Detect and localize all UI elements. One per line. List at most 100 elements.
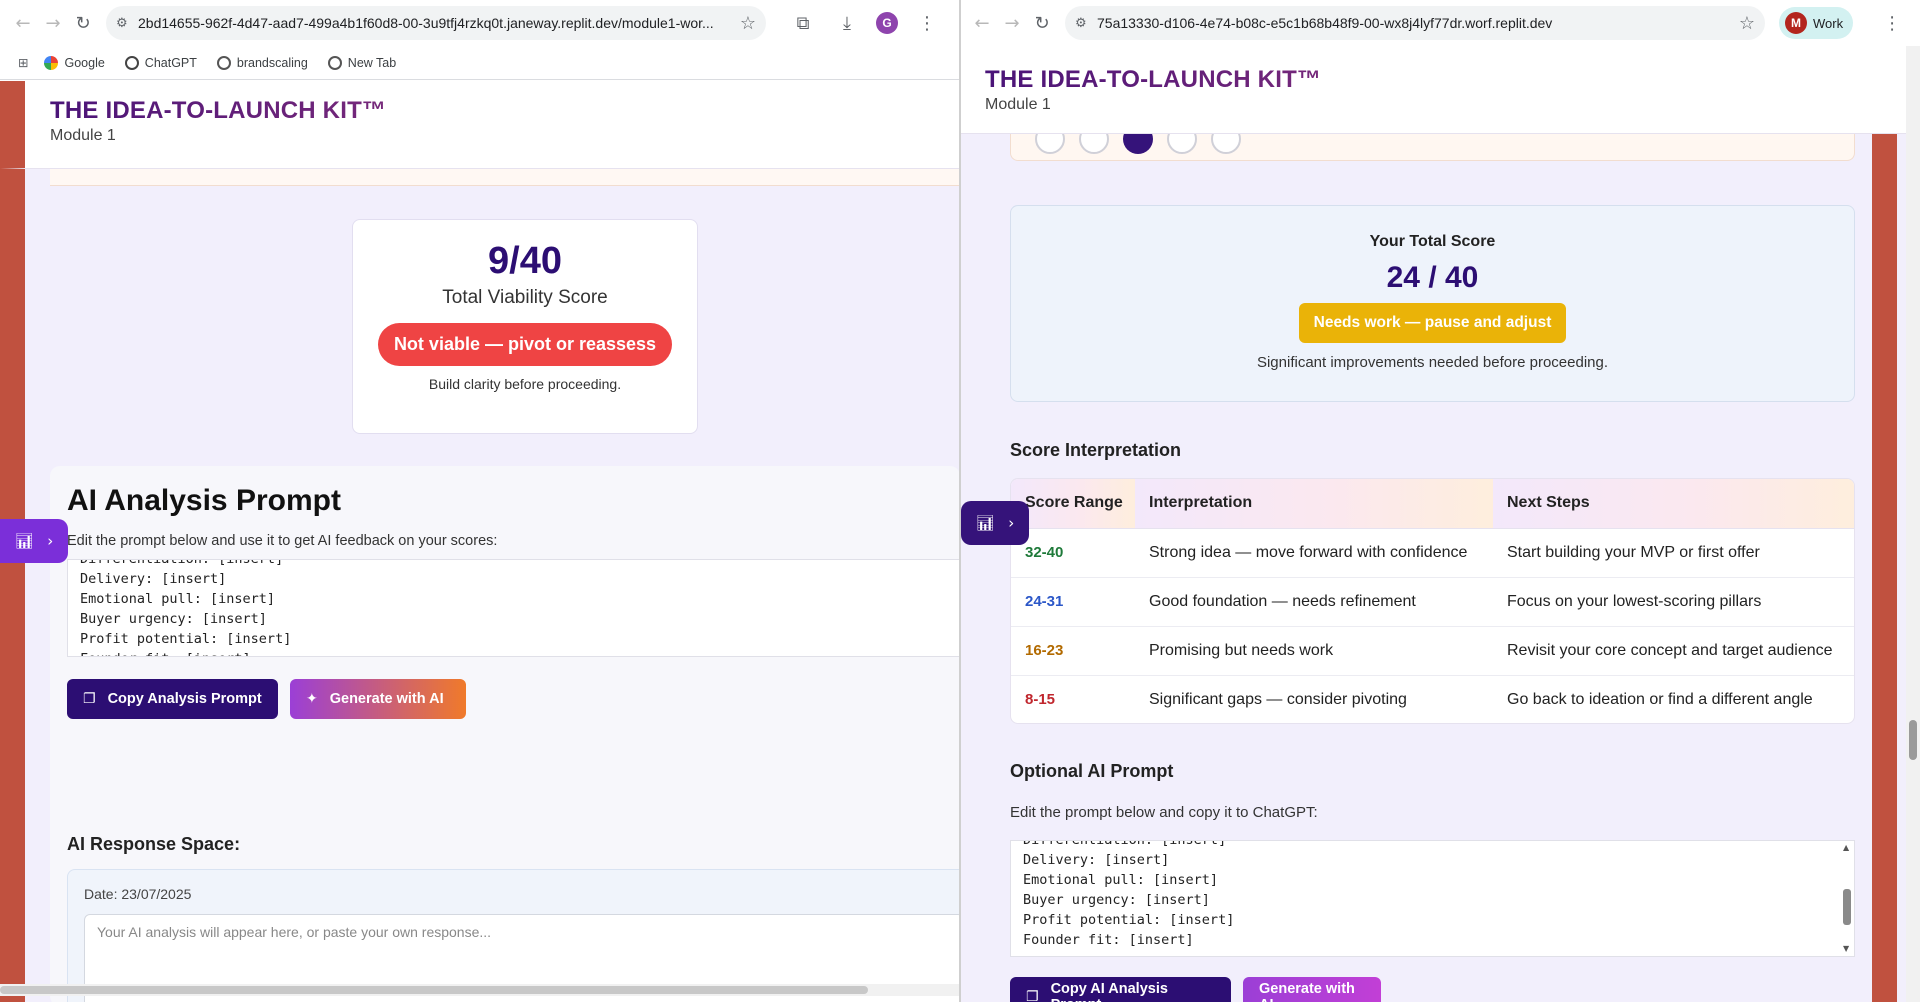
brand-title: THE IDEA-TO-LAUNCH KIT™ [985,66,1920,94]
back-icon[interactable]: ← [967,8,997,38]
textarea-scrollbar[interactable]: ▲ ▼ [1842,841,1852,956]
apps-grid-icon[interactable]: ⊞ [18,55,28,70]
table-row: 8-15 Significant gaps — consider pivoting… [1011,675,1854,723]
score-range-cell: 32-40 [1011,528,1135,578]
globe-icon [327,55,342,70]
analysis-prompt-textarea[interactable]: Differentiation: [insert] Delivery: [ins… [67,559,959,657]
prompt-line: Emotional pull: [insert] [1023,872,1219,888]
prompt-line: Delivery: [insert] [80,571,227,587]
app-header: THE IDEA-TO-LAUNCH KIT™ Module 1 [961,46,1920,134]
score-range-cell: 8-15 [1025,691,1056,709]
analytics-side-tab[interactable]: 📊︎ › [0,519,68,563]
bookmark-star-icon[interactable]: ☆ [1739,13,1755,34]
google-icon [44,55,59,70]
prompt-line: Buyer urgency: [insert] [80,611,267,627]
next-steps-cell: Revisit your core concept and target aud… [1493,626,1854,676]
interpretation-cell: Strong idea — move forward with confiden… [1135,528,1493,578]
scroll-down-icon[interactable]: ▼ [1843,944,1849,953]
page-scrollbar[interactable] [1906,46,1920,1002]
sparkle-icon: ✦ [306,691,318,707]
scroll-thumb[interactable] [1843,889,1851,925]
profile-chip[interactable]: M Work [1779,7,1854,39]
chevron-right-icon: › [1008,514,1015,532]
bookmark-chatgpt[interactable]: ChatGPT [124,55,197,70]
analytics-side-tab[interactable]: 📊︎ › [961,501,1029,545]
score-note: Build clarity before proceeding. [428,376,622,392]
bookmark-google[interactable]: Google [44,55,105,70]
scroll-up-icon[interactable]: ▲ [1843,843,1849,852]
bar-chart-icon: 📊︎ [14,532,34,550]
copy-icon: ❐ [1026,989,1039,1002]
globe-icon [216,55,231,70]
copy-ai-analysis-prompt-button[interactable]: ❐ Copy AI Analysis Prompt [1010,977,1231,1002]
header-next-steps: Next Steps [1493,479,1854,529]
prompt-line: Profit potential: [insert] [1023,912,1235,928]
interpretation-table: Score Range Interpretation Next Steps 32… [1010,478,1855,724]
address-bar[interactable]: ⚙ 75a13330-d106-4e74-b08c-e5c1b68b48f9-0… [1065,6,1765,40]
scroll-thumb[interactable] [0,986,868,994]
menu-dots-icon[interactable]: ⋮ [1877,8,1907,38]
optional-prompt-subtitle: Edit the prompt below and copy it to Cha… [1010,804,1318,821]
module-label: Module 1 [50,127,116,144]
url-text: 75a13330-d106-4e74-b08c-e5c1b68b48f9-00-… [1097,15,1553,31]
button-label: Generate with AI [1259,981,1355,1002]
browser-toolbar: ← → ↻ ⚙ 75a13330-d106-4e74-b08c-e5c1b68b… [961,0,1920,46]
menu-dots-icon[interactable]: ⋮ [912,8,942,38]
prompt-line: Differentiation: [insert] [1023,840,1227,848]
copy-icon: ❐ [83,691,96,707]
scroll-thumb[interactable] [1909,720,1917,760]
score-label: Total Viability Score [442,287,608,308]
analysis-title: AI Analysis Prompt [67,484,341,517]
back-icon[interactable]: ← [8,8,38,38]
site-info-icon[interactable]: ⚙ [1075,16,1097,31]
profile-avatar[interactable]: G [876,12,898,34]
next-steps-cell: Go back to ideation or find a different … [1507,690,1813,708]
page-content: THE IDEA-TO-LAUNCH KIT™ Module 1 9/40 To… [0,81,959,1002]
prompt-line: Delivery: [insert] [1023,852,1170,868]
reload-icon[interactable]: ↻ [68,8,98,38]
copy-analysis-prompt-button[interactable]: ❐ Copy Analysis Prompt [67,679,278,719]
total-score-label: Your Total Score [1369,233,1496,250]
prompt-line: Profit potential: [insert] [80,631,292,647]
response-title: AI Response Space: [67,834,241,854]
score-range-cell: 16-23 [1011,626,1135,676]
total-score-value: 24 / 40 [1386,261,1479,294]
response-date: Date: 23/07/2025 [84,886,192,902]
address-bar[interactable]: ⚙ 2bd14655-962f-4d47-aad7-499a4b1f60d8-0… [106,6,766,40]
prompt-line: Differentiation: [insert] [80,559,284,567]
button-label: Copy Analysis Prompt [107,691,262,707]
status-badge: Needs work — pause and adjust [1298,303,1567,343]
reload-icon[interactable]: ↻ [1027,8,1057,38]
next-steps-cell: Focus on your lowest-scoring pillars [1493,577,1854,627]
response-card: Date: 23/07/2025 Your AI analysis will a… [67,869,959,1002]
header-score-range: Score Range [1011,479,1135,529]
extensions-icon[interactable]: ⧉ [788,8,818,38]
bookmark-label: Google [64,55,105,70]
browser-window-left: ← → ↻ ⚙ 2bd14655-962f-4d47-aad7-499a4b1f… [0,0,959,1002]
horizontal-scrollbar[interactable] [0,984,959,996]
forward-icon[interactable]: → [38,8,68,38]
analysis-section: AI Analysis Prompt Edit the prompt below… [50,466,959,1002]
interpretation-cell: Significant gaps — consider pivoting [1149,690,1407,708]
optional-prompt-textarea[interactable]: Differentiation: [insert] Delivery: [ins… [1010,840,1855,957]
generate-with-ai-button[interactable]: Generate with AI [1243,977,1381,1002]
bookmark-label: New Tab [347,55,397,70]
header-interpretation: Interpretation [1135,479,1493,529]
prompt-line: Founder fit: [insert] [1023,932,1194,948]
chatgpt-icon [124,55,139,70]
button-label: Generate with AI [329,691,444,707]
table-row: 24-31 Good foundation — needs refinement F… [1011,577,1854,627]
bookmark-star-icon[interactable]: ☆ [740,13,756,34]
interpretation-cell: Promising but needs work [1135,626,1493,676]
download-icon[interactable]: ⤓ [832,8,862,38]
score-card: 9/40 Total Viability Score Not viable — … [352,219,698,434]
bookmark-brandscaling[interactable]: brandscaling [216,55,308,70]
interpretation-cell: Good foundation — needs refinement [1135,577,1493,627]
optional-prompt-title: Optional AI Prompt [1010,761,1174,781]
side-rail [1872,46,1897,1002]
bookmark-new-tab[interactable]: New Tab [327,55,397,70]
generate-with-ai-button[interactable]: ✦ Generate with AI [290,679,466,719]
forward-icon[interactable]: → [997,8,1027,38]
status-badge: Not viable — pivot or reassess [377,323,673,366]
site-info-icon[interactable]: ⚙ [116,16,138,31]
